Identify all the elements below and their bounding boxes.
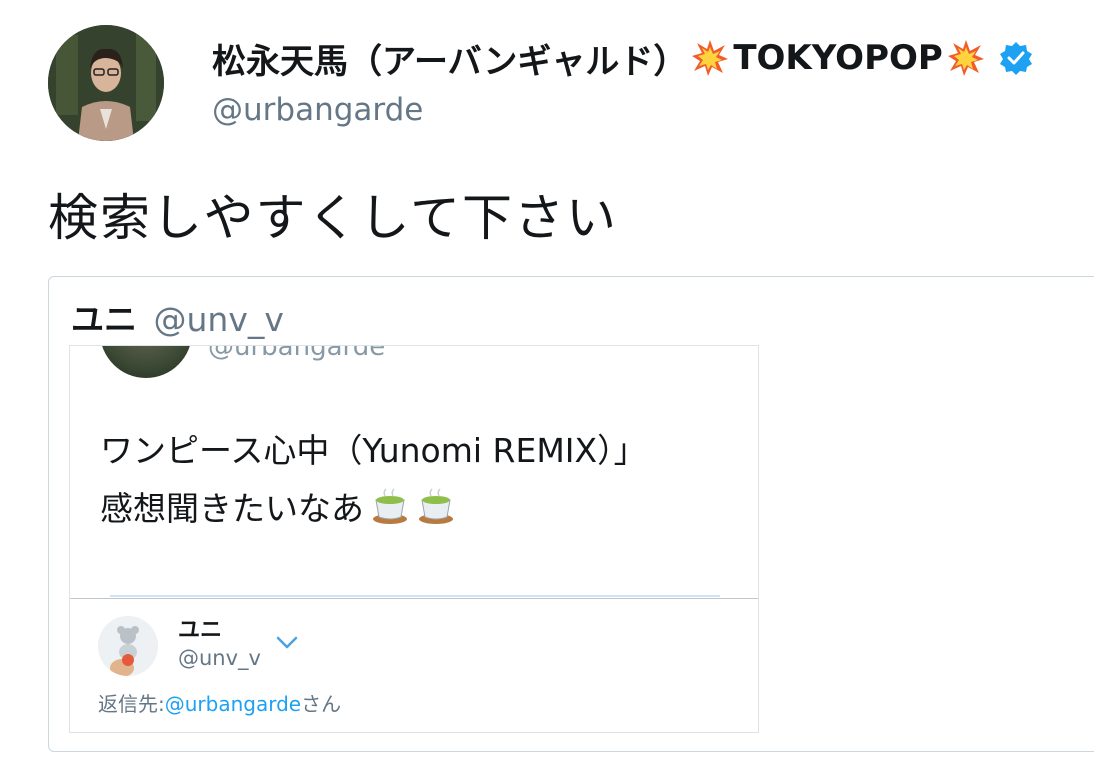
screenshot-text-line-2: 感想聞きたいなあ xyxy=(100,482,456,530)
reply-author-name: ユニ xyxy=(178,618,223,643)
tweet-text: 検索しやすくして下さい xyxy=(48,189,618,247)
quoted-tweet-header[interactable]: ユニ @unv_v xyxy=(71,293,284,341)
author-name-text: 松永天馬（アーバンギャルド） xyxy=(212,41,688,82)
reply-avatar xyxy=(98,616,158,676)
screenshot-accent-line xyxy=(110,595,720,597)
quoted-author-name: ユニ xyxy=(71,300,137,339)
screenshot-handle: @urbangarde xyxy=(208,345,386,362)
author-avatar[interactable] xyxy=(48,25,164,141)
screenshot-divider xyxy=(70,598,758,599)
verified-badge-icon xyxy=(999,41,1033,75)
teacup-icon xyxy=(370,486,410,526)
reply-to-line: 返信先:@urbangardeさん xyxy=(98,688,341,717)
teacup-icon xyxy=(416,486,456,526)
author-handle[interactable]: @urbangarde xyxy=(212,92,423,128)
screenshot-avatar xyxy=(100,346,192,378)
collision-icon xyxy=(691,39,729,77)
collision-icon xyxy=(947,39,985,77)
reply-author-handle: @unv_v xyxy=(178,646,261,670)
screenshot-text-line-1: ワンピース心中（Yunomi REMIX）」 xyxy=(100,431,647,470)
reply-to-mention[interactable]: @urbangarde xyxy=(165,692,301,716)
chevron-down-icon[interactable] xyxy=(274,634,300,652)
reply-to-prefix: 返信先: xyxy=(98,692,165,716)
reply-to-suffix: さん xyxy=(301,692,342,716)
screenshot-text-line-2-text: 感想聞きたいなあ xyxy=(100,489,364,528)
quoted-tweet-card[interactable]: ユニ @unv_v @urbangarde ワンピース心中（Yunomi REM… xyxy=(48,276,1094,752)
author-display-name[interactable]: 松永天馬（アーバンギャルド） TOKYOPOP xyxy=(212,36,1033,82)
quoted-media-image[interactable]: @urbangarde ワンピース心中（Yunomi REMIX）」 感想聞きた… xyxy=(69,345,759,733)
quoted-author-handle: @unv_v xyxy=(153,300,284,339)
author-name-suffix: TOKYOPOP xyxy=(733,38,943,78)
